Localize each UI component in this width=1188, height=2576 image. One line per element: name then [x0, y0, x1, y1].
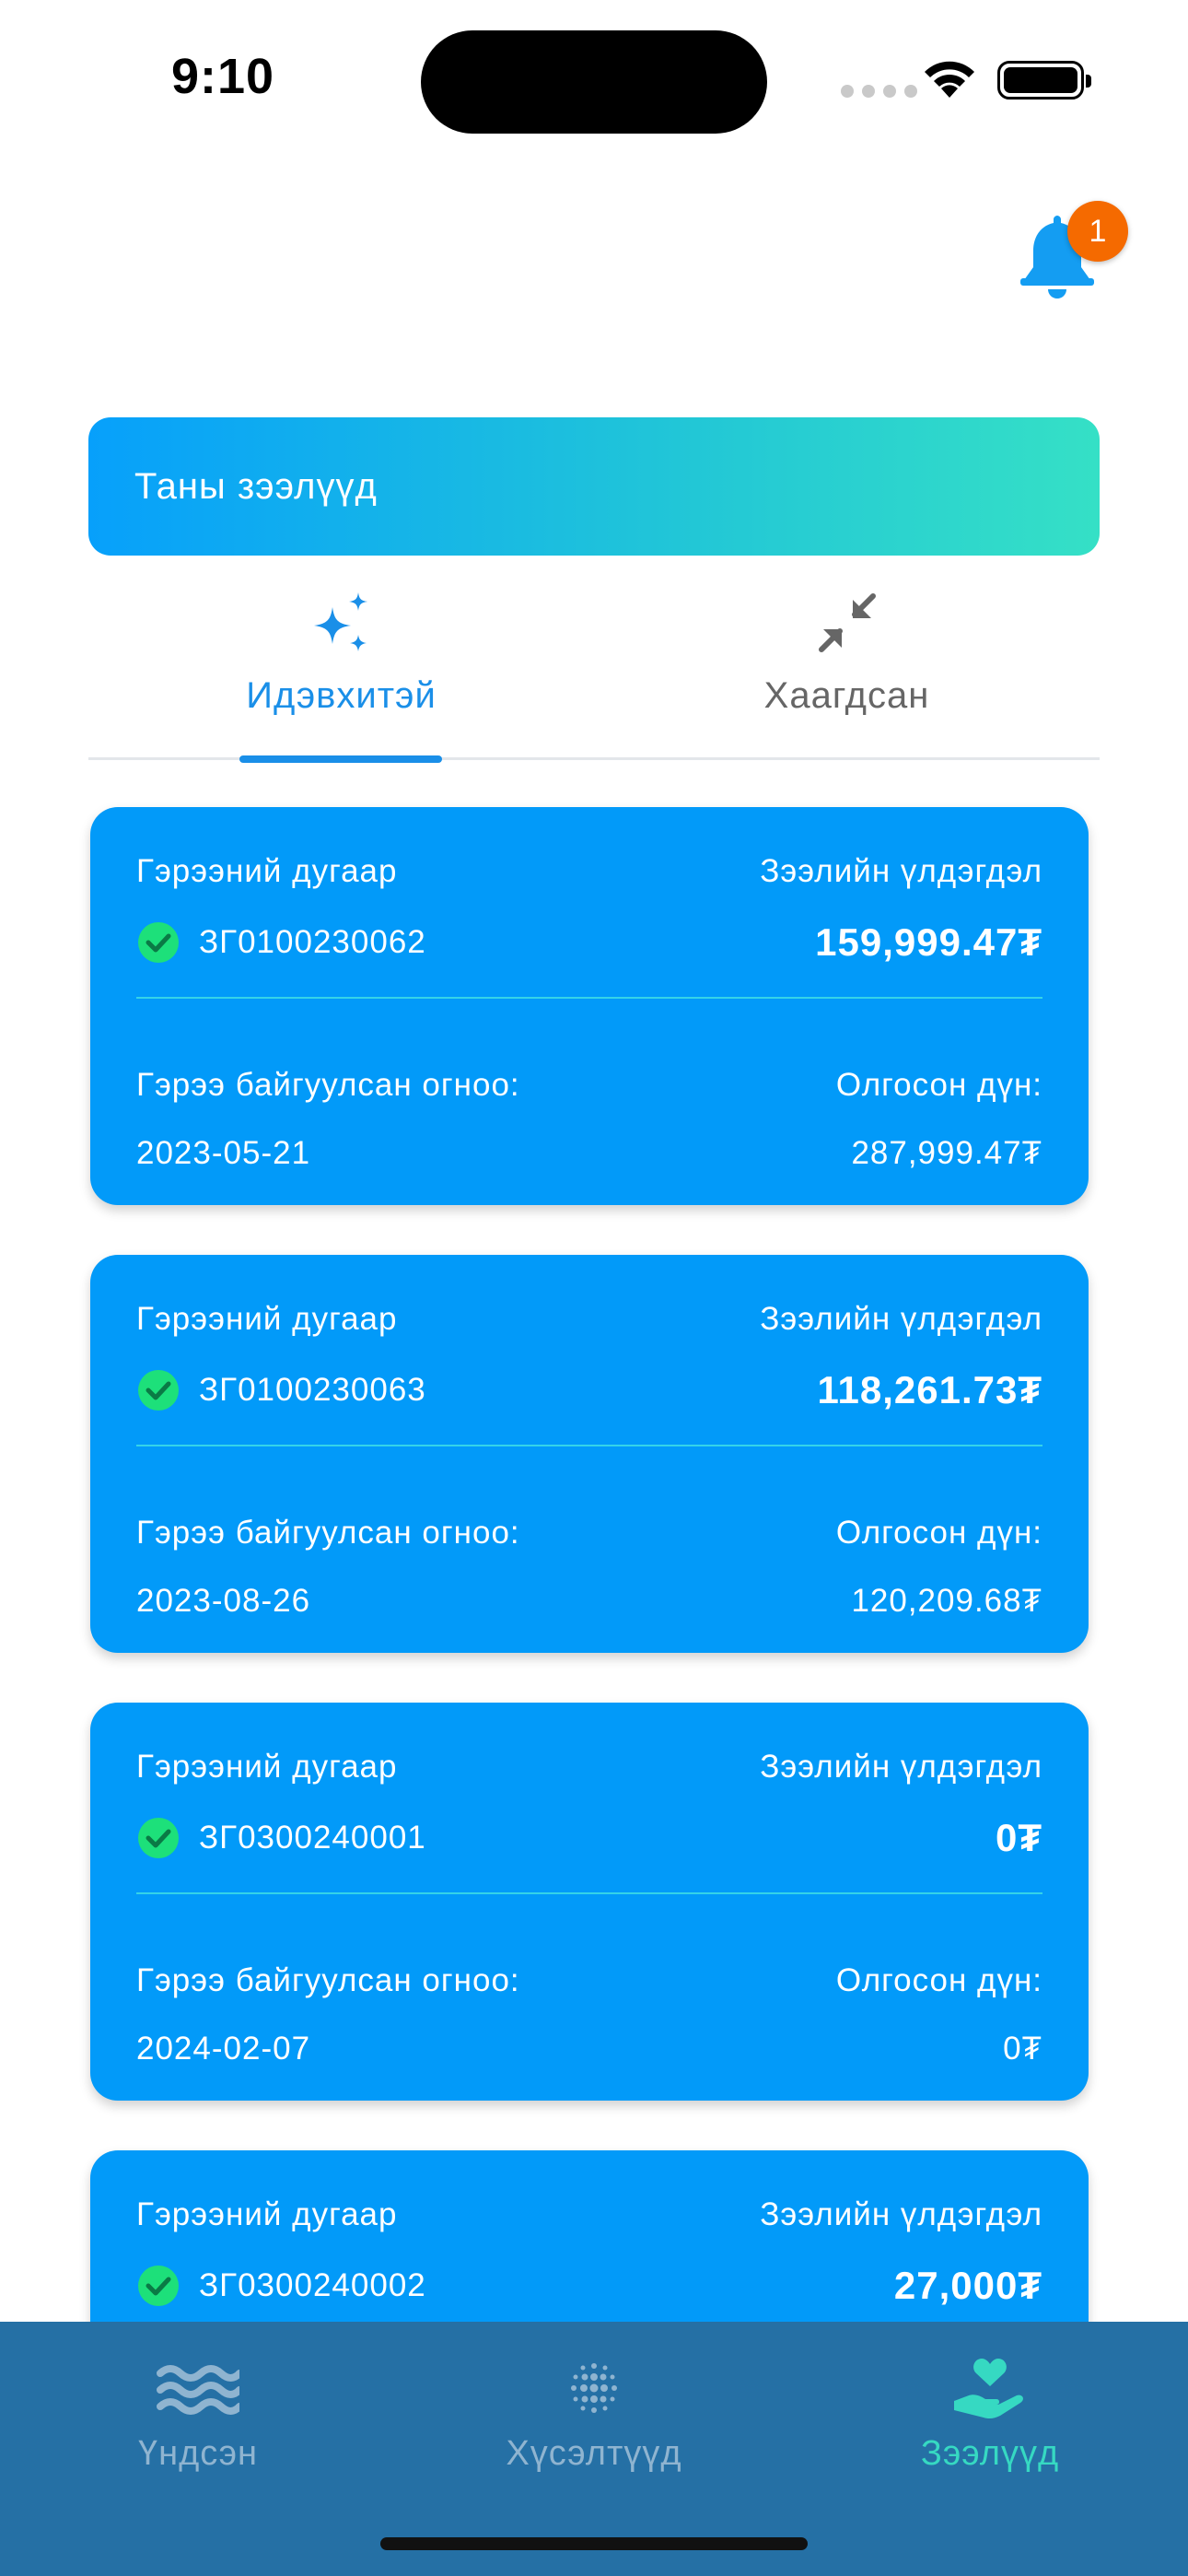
card-divider: [136, 1445, 1042, 1446]
contract-number: ЗГ0300240002: [199, 2267, 426, 2303]
disbursed-amount-label: Олгосон дүн:: [835, 1962, 1042, 1998]
contract-date-label: Гэрээ байгуулсан огноо:: [136, 1067, 520, 1103]
loan-balance-label: Зээлийн үлдэгдэл: [760, 853, 1042, 889]
check-circle-icon: [138, 1818, 179, 1858]
disbursed-amount: 0₮: [1003, 2031, 1042, 2067]
nav-home[interactable]: Үндсэн: [0, 2349, 396, 2474]
contract-number-label: Гэрээний дугаар: [136, 1301, 398, 1337]
cellular-signal-icon: [841, 85, 917, 98]
nav-requests[interactable]: Хүсэлтүүд: [396, 2349, 792, 2474]
check-circle-icon: [138, 2266, 179, 2306]
contract-date-label: Гэрээ байгуулсан огноо:: [136, 1962, 520, 1998]
nav-loans-label: Зээлүүд: [920, 2434, 1060, 2473]
contract-number: ЗГ0300240001: [199, 1820, 426, 1856]
contract-number-row: ЗГ0100230062: [136, 920, 426, 965]
card-divider: [136, 997, 1042, 999]
loan-balance-label: Зээлийн үлдэгдэл: [760, 2196, 1042, 2232]
loan-balance-label: Зээлийн үлдэгдэл: [760, 1301, 1042, 1337]
contract-number-label: Гэрээний дугаар: [136, 853, 398, 889]
tab-closed-label: Хаагдсан: [763, 675, 930, 716]
contract-number: ЗГ0100230062: [199, 924, 426, 960]
dots-grid-icon: [571, 2363, 617, 2413]
tab-closed-loans[interactable]: Хаагдсан: [594, 576, 1100, 760]
disbursed-amount-label: Олгосон дүн:: [835, 1515, 1042, 1551]
contract-number-label: Гэрээний дугаар: [136, 2196, 398, 2232]
card-divider: [136, 1892, 1042, 1894]
loan-card[interactable]: Гэрээний дугаар Зээлийн үлдэгдэл ЗГ03002…: [90, 1703, 1089, 2101]
screen: 9:10 1 Таны зээлүүд Идэвхитэй Хаагдсан Г…: [0, 0, 1188, 2576]
tab-active-label: Идэвхитэй: [246, 675, 437, 716]
disbursed-amount: 287,999.47₮: [851, 1135, 1042, 1171]
dynamic-island: [421, 30, 767, 134]
nav-loans[interactable]: Зээлүүд: [792, 2349, 1188, 2474]
loan-status-tabs: Идэвхитэй Хаагдсан: [88, 576, 1100, 763]
contract-number: ЗГ0100230063: [199, 1372, 426, 1408]
disbursed-amount-label: Олгосон дүн:: [835, 1067, 1042, 1103]
loan-card[interactable]: Гэрээний дугаар Зээлийн үлдэгдэл ЗГ01002…: [90, 1255, 1089, 1653]
contract-number-row: ЗГ0100230063: [136, 1368, 426, 1412]
loan-balance-label: Зээлийн үлдэгдэл: [760, 1749, 1042, 1785]
contract-date-label: Гэрээ байгуулсан огноо:: [136, 1515, 520, 1551]
home-indicator: [380, 2537, 808, 2550]
battery-icon: [997, 61, 1091, 100]
loan-card[interactable]: Гэрээний дугаар Зээлийн үлдэгдэл ЗГ01002…: [90, 807, 1089, 1205]
wifi-icon: [925, 61, 974, 98]
contract-number-label: Гэрээний дугаар: [136, 1749, 398, 1785]
check-circle-icon: [138, 1370, 179, 1411]
loan-balance: 0₮: [995, 1816, 1042, 1859]
tab-active-loans[interactable]: Идэвхитэй: [88, 576, 594, 763]
contract-date: 2024-02-07: [136, 2031, 311, 2067]
contract-date: 2023-08-26: [136, 1583, 311, 1619]
contract-number-row: ЗГ0300240002: [136, 2264, 426, 2308]
contract-number-row: ЗГ0300240001: [136, 1816, 426, 1860]
collapse-arrows-icon: [818, 593, 876, 652]
notification-badge: 1: [1067, 201, 1128, 262]
loan-balance: 27,000₮: [893, 2264, 1042, 2307]
waves-icon: [157, 2365, 239, 2415]
status-time: 9:10: [171, 49, 275, 104]
loan-balance: 118,261.73₮: [817, 1368, 1042, 1411]
loans-header-banner: Таны зээлүүд: [88, 417, 1100, 556]
nav-home-label: Үндсэн: [137, 2434, 259, 2473]
active-tab-indicator: [239, 755, 442, 763]
banner-title: Таны зээлүүд: [134, 465, 378, 507]
contract-date: 2023-05-21: [136, 1135, 311, 1171]
hand-heart-icon: [954, 2359, 1023, 2419]
nav-requests-label: Хүсэлтүүд: [506, 2434, 682, 2473]
sparkles-icon: [313, 592, 367, 651]
disbursed-amount: 120,209.68₮: [851, 1583, 1042, 1619]
loan-balance: 159,999.47₮: [815, 920, 1042, 964]
check-circle-icon: [138, 922, 179, 963]
